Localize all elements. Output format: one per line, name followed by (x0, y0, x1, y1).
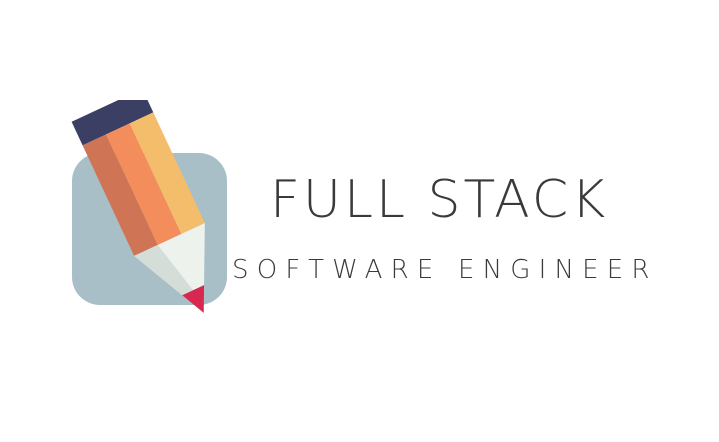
pencil-icon (71, 100, 227, 313)
logo-subtitle: SOFTWARE ENGINEER (232, 255, 658, 285)
logo: FULL STACK SOFTWARE ENGINEER (0, 0, 719, 442)
logo-title: FULL STACK (270, 170, 609, 230)
